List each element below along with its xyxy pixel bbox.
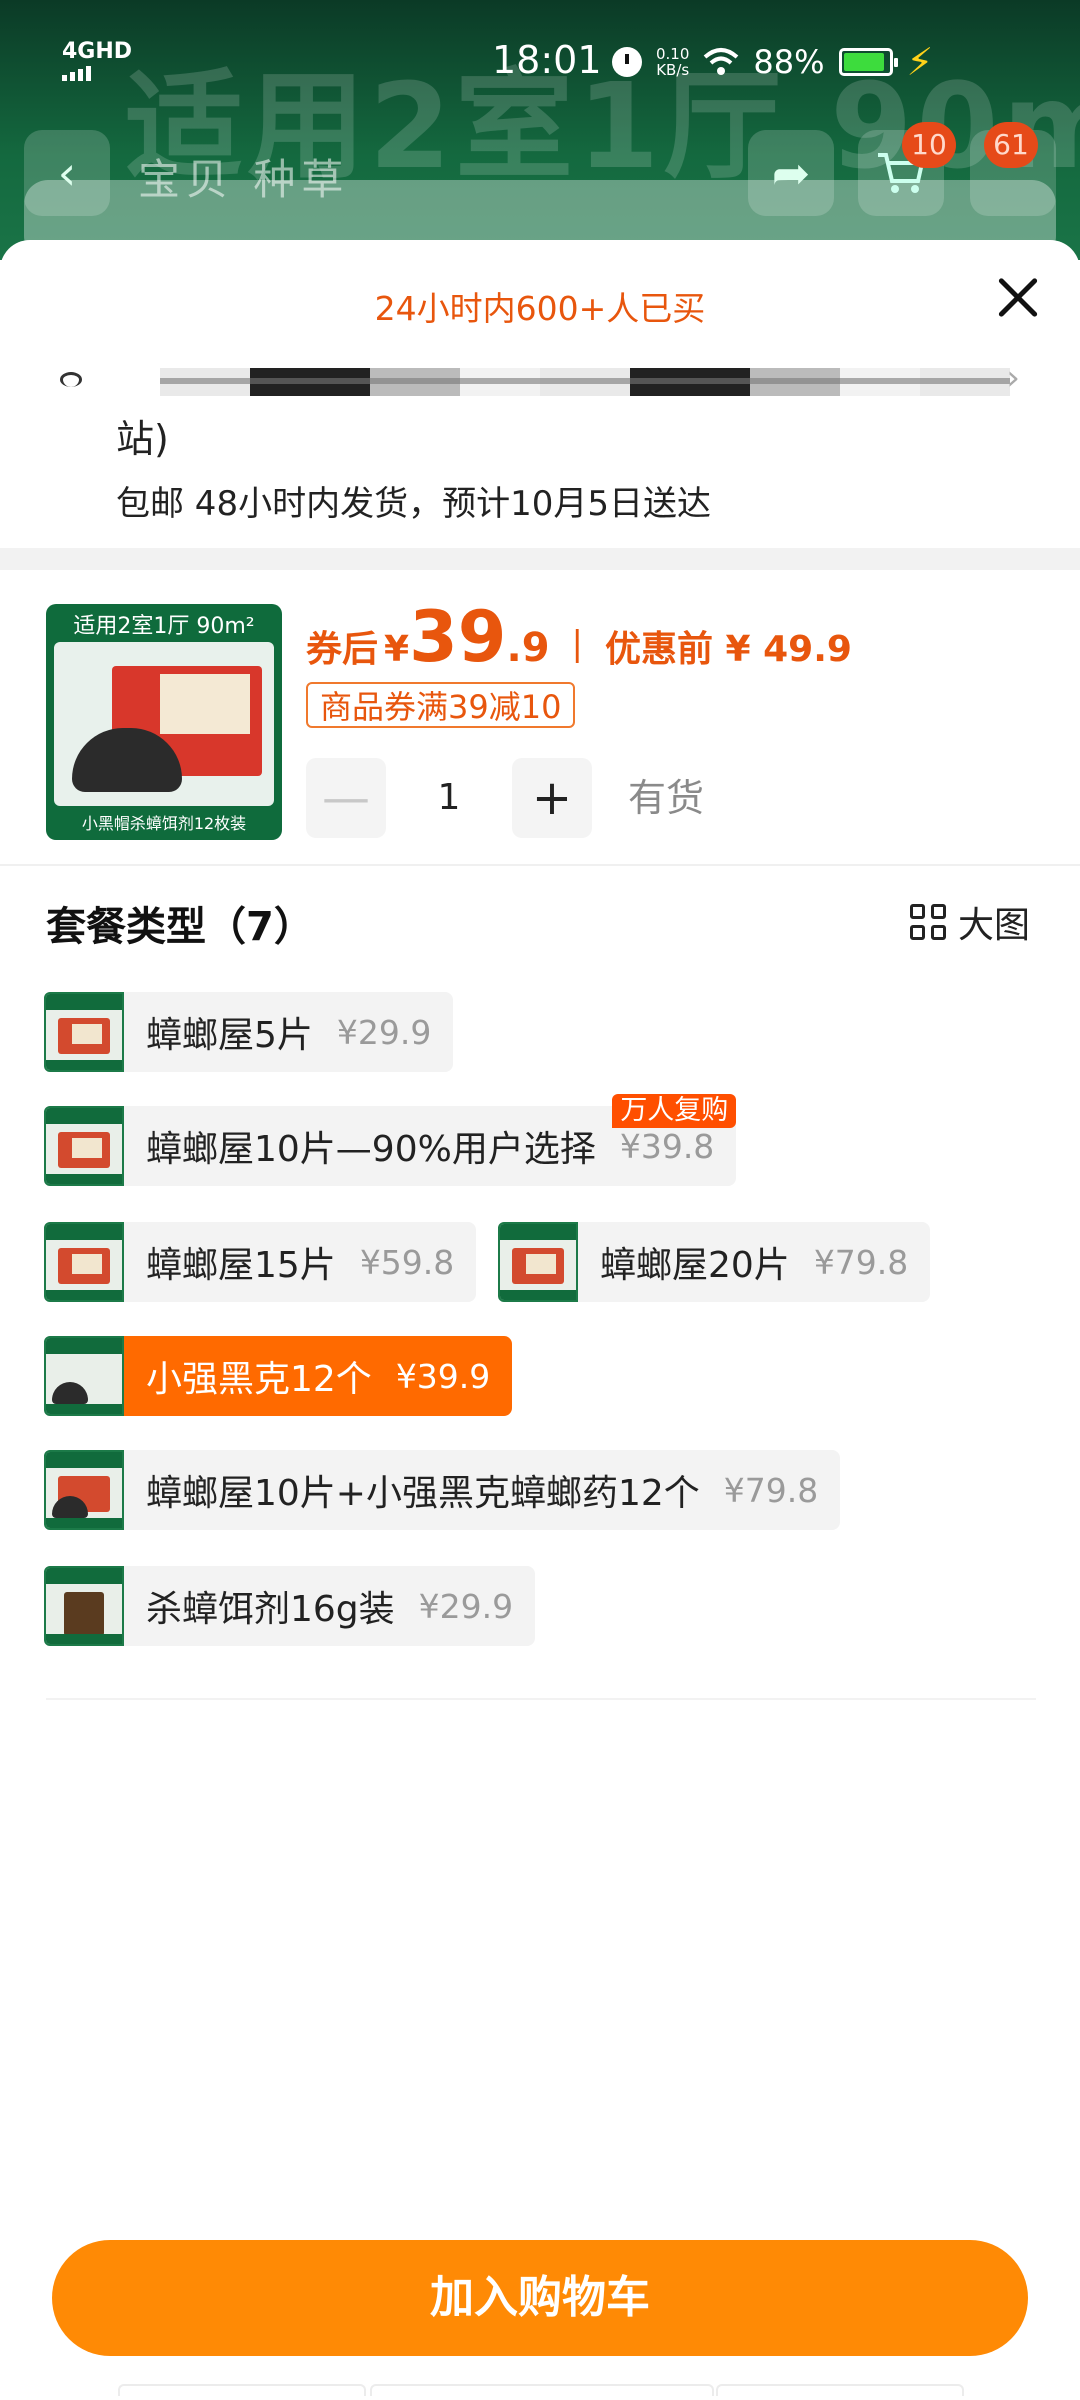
option-badge: 万人复购 [612,1094,737,1128]
option-name: 蟑螂屋20片 [600,1245,790,1286]
grid-icon [910,904,946,940]
quantity-plus-button[interactable]: + [512,758,592,838]
network-speed-value: 0.10 [656,45,690,63]
sku-selection-sheet: 24小时内600+人已买 › 站) 包邮 48小时内发货，预计10月5日送达 适… [0,240,1080,2400]
option-chip[interactable]: 杀蟑饵剂16g装 ¥29.9 [44,1566,536,1646]
bottom-edge-segment [370,2384,714,2396]
option-thumbnail [44,992,124,1072]
option-chip[interactable]: 蟑螂屋20片 ¥79.8 [498,1222,931,1302]
option-chip[interactable]: 蟑螂屋10片+小强黑克蟑螂药12个 ¥79.8 [44,1450,841,1530]
product-image-caption: 小黑帽杀蟑饵剂12枚装 [81,814,247,833]
price-decimal: .9 [506,625,550,671]
battery-icon [838,48,898,76]
add-to-cart-button[interactable]: 加入购物车 [52,2240,1028,2356]
option-price: ¥79.8 [813,1242,909,1282]
close-icon[interactable] [990,270,1046,326]
option-price: ¥29.9 [418,1586,514,1626]
option-price: ¥39.9 [395,1356,491,1396]
divider [46,1698,1036,1700]
option-chip[interactable]: 蟑螂屋5片 ¥29.9 [44,992,454,1072]
divider [0,548,1080,570]
option-name: 蟑螂屋5片 [146,1015,313,1056]
battery-percent: 88% [753,43,825,81]
network-type: 4GHD [62,39,133,64]
chevron-right-icon: › [1006,358,1020,398]
message-icon[interactable]: 61 [970,122,1056,216]
stock-status: 有货 [628,776,705,820]
option-chip[interactable]: 蟑螂屋15片 ¥59.8 [44,1222,477,1302]
coupon-tag: 商品券满39减10 [306,682,576,728]
network-indicator: 4GHD [62,40,132,81]
quantity-minus-button[interactable]: — [306,758,386,838]
option-name: 杀蟑饵剂16g装 [146,1589,395,1630]
option-chip[interactable]: 蟑螂屋10片—90%用户选择 ¥39.8 万人复购 [44,1094,737,1186]
alarm-icon [612,47,642,77]
network-speed-unit: KB/s [656,61,690,79]
large-image-view-label: 大图 [958,905,1031,946]
options-section-title: 套餐类型（7） [46,904,314,950]
large-image-view-toggle[interactable]: 大图 [910,896,1030,948]
cart-icon[interactable]: 10 [858,122,956,216]
charging-bolt-icon: ⚡ [906,40,934,84]
option-price: ¥79.8 [723,1470,819,1510]
option-thumbnail [498,1222,578,1302]
option-thumbnail [44,1450,124,1530]
option-name: 小强黑克12个 [146,1359,372,1400]
option-name: 蟑螂屋10片+小强黑克蟑螂药12个 [146,1473,700,1514]
price-after-label: 券后 [306,629,379,670]
sold-count: 24小时内600+人已买 [374,289,706,328]
address-tail: 站) [116,417,169,461]
location-icon [60,372,82,387]
option-price: ¥39.8 [619,1126,715,1166]
option-name: 蟑螂屋15片 [146,1245,336,1286]
option-price: ¥29.9 [336,1012,432,1052]
signal-icon [62,66,132,81]
status-bar: 4GHD 18:01 0.10 KB/s 88% ⚡ [0,0,1080,120]
option-thumbnail [44,1336,124,1416]
status-icons: 0.10 KB/s 88% ⚡ [612,40,933,84]
price-before: 优惠前 ¥ 49.9 [605,629,852,670]
share-icon[interactable]: ➦ [748,130,834,216]
price-integer: 39 [409,596,507,678]
divider [0,864,1080,866]
price-row: 券后 ¥ 39 .9 | 优惠前 ¥ 49.9 [306,596,852,678]
cart-badge: 10 [902,122,956,168]
option-chip-selected[interactable]: 小强黑克12个 ¥39.9 [44,1336,513,1416]
wifi-icon [704,48,739,75]
product-image[interactable]: 适用2室1厅 90m² 小黑帽杀蟑饵剂12枚装 [46,604,282,840]
bottom-edge-segment [118,2384,366,2396]
address-row[interactable]: › [60,358,1020,404]
price-separator: | [571,624,583,664]
background-nav-bar: ‹ 宝贝 种草 ➦ 10 61 [0,122,1080,216]
option-thumbnail [44,1222,124,1302]
quantity-value[interactable]: 1 [386,758,512,838]
bottom-edge-segment [716,2384,964,2396]
message-badge: 61 [984,122,1038,168]
product-image-title: 适用2室1厅 90m² [73,614,255,639]
shipping-info: 包邮 48小时内发货，预计10月5日送达 [116,484,711,524]
option-thumbnail [44,1566,124,1646]
redacted-address [160,368,1010,396]
clock: 18:01 [492,38,602,82]
product-image-art [54,642,274,806]
option-name: 蟑螂屋10片—90%用户选择 [146,1129,596,1170]
back-icon[interactable]: ‹ [24,130,110,216]
option-price: ¥59.8 [359,1242,455,1282]
option-thumbnail [44,1106,124,1186]
network-speed: 0.10 KB/s [656,46,689,78]
currency-symbol: ¥ [384,629,410,670]
background-nav-tabs: 宝贝 种草 [138,155,350,204]
